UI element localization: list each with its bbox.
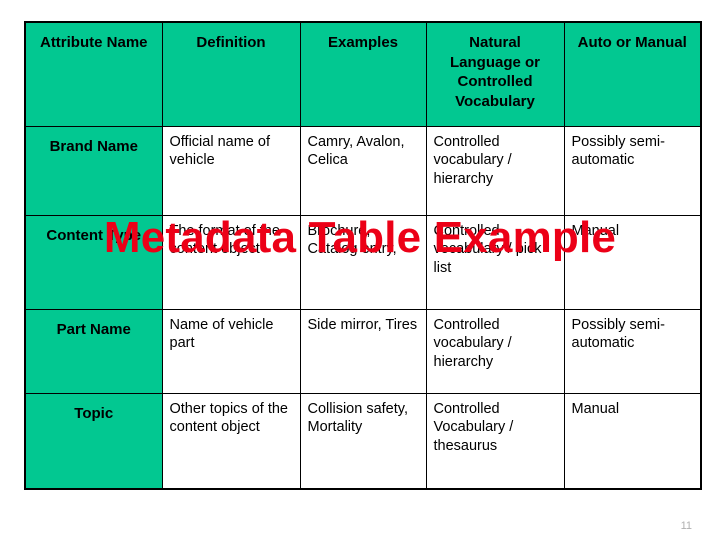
cell-attribute-name: Brand Name [24, 125, 163, 216]
table-row: Brand Name Official name of vehicle Camr… [24, 125, 702, 216]
column-header-auto-or-manual: Auto or Manual [563, 21, 702, 127]
cell-auto-or-manual: Possibly semi-automatic [563, 308, 702, 394]
cell-examples: Camry, Avalon, Celica [299, 125, 427, 216]
cell-vocabulary: Controlled Vocabulary / thesaurus [425, 392, 565, 490]
cell-examples: Brochure, Catalog entry, [299, 214, 427, 310]
column-header-definition: Definition [161, 21, 301, 127]
metadata-table: Attribute Name Definition Examples Natur… [24, 21, 702, 490]
table-header-row: Attribute Name Definition Examples Natur… [24, 21, 702, 127]
cell-auto-or-manual: Possibly semi-automatic [563, 125, 702, 216]
cell-auto-or-manual: Manual [563, 392, 702, 490]
table-row: Content Type The format of the content o… [24, 214, 702, 310]
cell-definition: The format of the content object [161, 214, 301, 310]
column-header-vocabulary: Natural Language or Controlled Vocabular… [425, 21, 565, 127]
cell-vocabulary: Controlled vocabulary / hierarchy [425, 125, 565, 216]
column-header-examples: Examples [299, 21, 427, 127]
cell-vocabulary: Controlled vocabulary / pick list [425, 214, 565, 310]
cell-definition: Name of vehicle part [161, 308, 301, 394]
metadata-table-container: Attribute Name Definition Examples Natur… [24, 21, 702, 490]
cell-examples: Collision safety, Mortality [299, 392, 427, 490]
cell-examples: Side mirror, Tires [299, 308, 427, 394]
cell-attribute-name: Content Type [24, 214, 163, 310]
slide-canvas: Attribute Name Definition Examples Natur… [0, 0, 720, 540]
column-header-attribute-name: Attribute Name [24, 21, 163, 127]
cell-attribute-name: Part Name [24, 308, 163, 394]
cell-auto-or-manual: Manual [563, 214, 702, 310]
page-number: 11 [680, 520, 692, 532]
cell-vocabulary: Controlled vocabulary / hierarchy [425, 308, 565, 394]
cell-definition: Other topics of the content object [161, 392, 301, 490]
table-row: Topic Other topics of the content object… [24, 392, 702, 490]
cell-definition: Official name of vehicle [161, 125, 301, 216]
cell-attribute-name: Topic [24, 392, 163, 490]
table-row: Part Name Name of vehicle part Side mirr… [24, 308, 702, 394]
